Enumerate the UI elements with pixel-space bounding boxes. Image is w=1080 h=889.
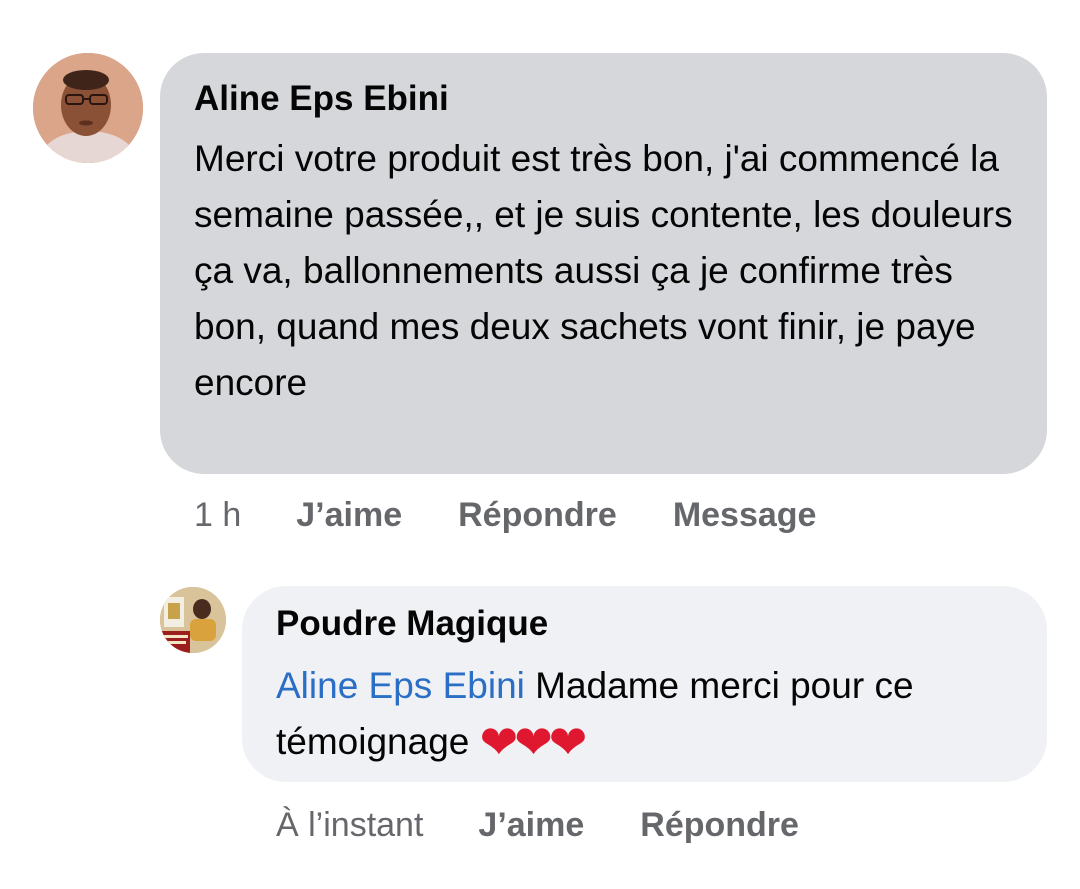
message-button[interactable]: Message <box>673 496 817 535</box>
avatar[interactable] <box>33 53 143 163</box>
comment-timestamp[interactable]: 1 h <box>194 496 241 535</box>
comment-actions: À l’instant J’aime Répondre <box>276 806 799 845</box>
mention-link[interactable]: Aline Eps Ebini <box>276 665 525 706</box>
comment-text: Aline Eps Ebini Madame merci pour ce tém… <box>276 658 1016 770</box>
like-button[interactable]: J’aime <box>478 806 584 845</box>
avatar[interactable] <box>160 587 226 653</box>
reply-button[interactable]: Répondre <box>640 806 799 845</box>
comment-actions: 1 h J’aime Répondre Message <box>194 496 816 535</box>
like-button[interactable]: J’aime <box>296 496 402 535</box>
page-logo-icon <box>160 587 226 653</box>
comment-timestamp[interactable]: À l’instant <box>276 806 423 845</box>
reply-button[interactable]: Répondre <box>458 496 617 535</box>
comment-author[interactable]: Poudre Magique <box>276 604 1013 644</box>
user-photo-icon <box>33 53 143 163</box>
heart-emoji-icon: ❤❤❤ <box>479 716 588 768</box>
comment-author[interactable]: Aline Eps Ebini <box>194 79 1013 119</box>
comment-thread: Aline Eps Ebini Merci votre produit est … <box>0 0 1080 889</box>
comment-text: Merci votre produit est très bon, j'ai c… <box>194 138 1013 403</box>
comment-bubble: Aline Eps Ebini Merci votre produit est … <box>160 53 1047 474</box>
reply-bubble: Poudre Magique Aline Eps Ebini Madame me… <box>242 586 1047 782</box>
